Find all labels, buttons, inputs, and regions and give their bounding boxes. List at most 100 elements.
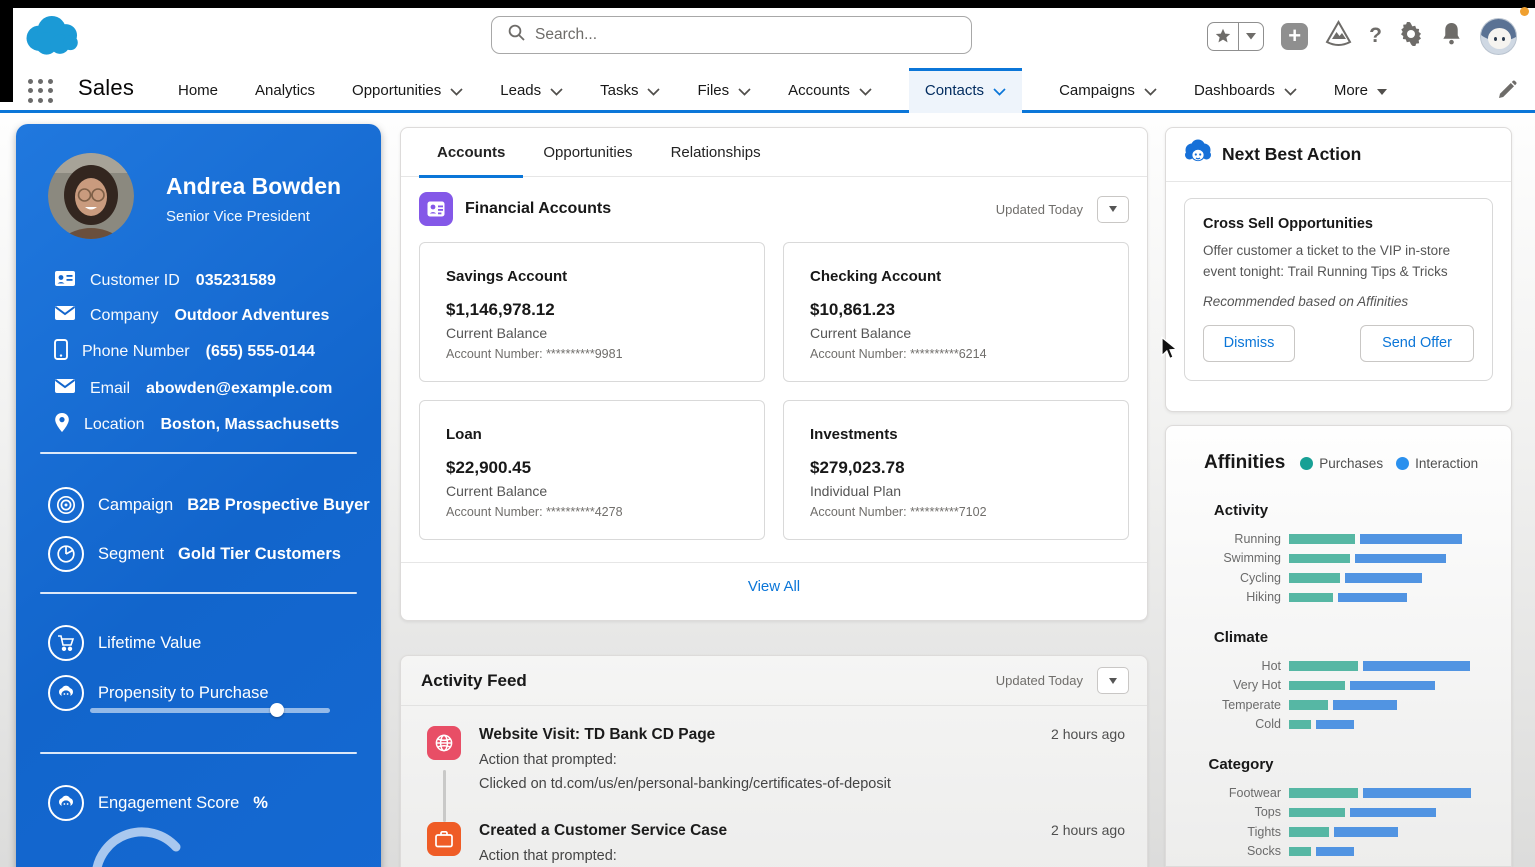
- feed-item-line: Action that prompted:: [479, 752, 1125, 768]
- nav-tab-more[interactable]: More: [1334, 68, 1387, 113]
- campaign-row: Campaign B2B Prospective Buyer: [48, 487, 370, 523]
- user-avatar[interactable]: [1480, 18, 1517, 55]
- financial-accounts-menu-button[interactable]: [1097, 196, 1129, 223]
- send-offer-button[interactable]: Send Offer: [1360, 325, 1474, 362]
- feed-item-line: Action that prompted:: [479, 848, 1125, 864]
- feed-item-line: Clicked on td.com/us/en/personal-banking…: [479, 776, 1125, 792]
- account-number: Account Number: **********4278: [446, 505, 738, 519]
- trailhead-icon[interactable]: [1325, 20, 1352, 52]
- legend-interaction: Interaction: [1396, 456, 1478, 471]
- nav-tab-label: Files: [697, 82, 729, 99]
- tab-label: Opportunities: [543, 144, 632, 161]
- notifications-bell-icon[interactable]: [1440, 21, 1463, 51]
- account-card-savings[interactable]: Savings Account $1,146,978.12 Current Ba…: [419, 242, 765, 382]
- favorites-button[interactable]: [1207, 22, 1264, 51]
- chevron-down-icon: [450, 88, 463, 96]
- account-card-loan[interactable]: Loan $22,900.45 Current Balance Account …: [419, 400, 765, 540]
- edit-nav-pencil-icon[interactable]: [1497, 80, 1517, 105]
- affinity-bars: [1289, 681, 1435, 691]
- nav-tab-label: Tasks: [600, 82, 638, 99]
- account-card-checking[interactable]: Checking Account $10,861.23 Current Bala…: [783, 242, 1129, 382]
- divider: [40, 452, 357, 454]
- feed-item-time: 2 hours ago: [1051, 822, 1125, 840]
- affinity-row: Hiking: [1166, 588, 1511, 608]
- einstein-icon: [48, 785, 84, 821]
- affinity-bars: [1289, 554, 1446, 564]
- purchases-bar: [1289, 827, 1329, 837]
- setup-gear-icon[interactable]: [1399, 22, 1423, 51]
- affinity-group-title: Activity: [1166, 502, 1316, 519]
- interaction-bar: [1316, 847, 1354, 857]
- einstein-blue-icon: [1184, 139, 1212, 170]
- nav-tab-files[interactable]: Files: [697, 68, 751, 113]
- affinity-bars: [1289, 661, 1470, 671]
- affinity-row-label: Cycling: [1166, 571, 1289, 585]
- tab-opportunities[interactable]: Opportunities: [541, 128, 634, 177]
- nav-tab-label: Opportunities: [352, 82, 441, 99]
- nav-tab-leads[interactable]: Leads: [500, 68, 563, 113]
- timeline-connector: [443, 770, 446, 822]
- quick-create-icon[interactable]: +: [1281, 23, 1308, 50]
- feed-item-website-visit[interactable]: Website Visit: TD Bank CD Page2 hours ag…: [427, 726, 1125, 792]
- nav-tab-opportunities[interactable]: Opportunities: [352, 68, 463, 113]
- purchases-bar: [1289, 681, 1345, 691]
- affinity-bars: [1289, 788, 1471, 798]
- propensity-slider[interactable]: [90, 708, 330, 713]
- feed-item-service-case[interactable]: Created a Customer Service Case2 hours a…: [427, 822, 1125, 864]
- account-subtitle: Current Balance: [446, 483, 738, 499]
- campaign-label: Campaign: [98, 496, 173, 515]
- affinity-bars: [1289, 700, 1397, 710]
- app-launcher-icon[interactable]: [28, 79, 54, 103]
- field-value: (655) 555-0144: [206, 343, 315, 361]
- activity-feed-menu-button[interactable]: [1097, 667, 1129, 694]
- account-name: Loan: [446, 426, 738, 443]
- nav-tab-label: Accounts: [788, 82, 850, 99]
- affinity-groups: ActivityRunningSwimmingCyclingHikingClim…: [1166, 474, 1511, 861]
- contact-fields: Customer ID 035231589 Company Outdoor Ad…: [54, 270, 339, 438]
- purchases-bar: [1289, 554, 1350, 564]
- financial-accounts-grid: Savings Account $1,146,978.12 Current Ba…: [401, 238, 1147, 540]
- global-search[interactable]: Search...: [491, 16, 972, 54]
- nav-tab-tasks[interactable]: Tasks: [600, 68, 660, 113]
- updated-label: Updated Today: [996, 673, 1083, 688]
- recommendation-buttons: Dismiss Send Offer: [1203, 325, 1474, 362]
- view-all-link[interactable]: View All: [748, 578, 800, 595]
- window-top-strip: [0, 0, 1535, 8]
- nav-tab-home[interactable]: Home: [178, 68, 218, 113]
- einstein-icon: [48, 675, 84, 711]
- interaction-bar: [1360, 534, 1462, 544]
- feed-item-body: Website Visit: TD Bank CD Page2 hours ag…: [479, 726, 1125, 792]
- affinity-row: Cycling: [1166, 568, 1511, 588]
- nav-tab-analytics[interactable]: Analytics: [255, 68, 315, 113]
- interaction-bar: [1334, 827, 1398, 837]
- dismiss-button[interactable]: Dismiss: [1203, 325, 1295, 362]
- nav-tab-campaigns[interactable]: Campaigns: [1059, 68, 1157, 113]
- tab-accounts[interactable]: Accounts: [435, 128, 507, 177]
- nav-tab-label: Campaigns: [1059, 82, 1135, 99]
- account-card-investments[interactable]: Investments $279,023.78 Individual Plan …: [783, 400, 1129, 540]
- financial-account-icon: [419, 192, 453, 226]
- segment-row: Segment Gold Tier Customers: [48, 536, 341, 572]
- nav-tab-contacts[interactable]: Contacts: [909, 68, 1022, 113]
- propensity-slider-thumb[interactable]: [270, 703, 284, 717]
- nav-tab-dashboards[interactable]: Dashboards: [1194, 68, 1297, 113]
- affinities-panel: Affinities Purchases Interaction Activit…: [1165, 425, 1512, 867]
- engagement-unit: %: [253, 794, 268, 813]
- favorites-dropdown-icon[interactable]: [1238, 23, 1263, 50]
- chevron-down-icon: [550, 88, 563, 96]
- salesforce-window: Search... + ?: [0, 0, 1535, 867]
- field-location: Location Boston, Massachusetts: [54, 412, 339, 438]
- affinity-row: Swimming: [1166, 549, 1511, 569]
- star-icon[interactable]: [1208, 23, 1238, 50]
- account-subtitle: Current Balance: [446, 325, 738, 341]
- nav-tab-accounts[interactable]: Accounts: [788, 68, 872, 113]
- help-icon[interactable]: ?: [1369, 24, 1382, 48]
- affinity-row-label: Very Hot: [1166, 678, 1289, 692]
- affinity-row: Running: [1166, 529, 1511, 549]
- segment-value: Gold Tier Customers: [178, 545, 341, 564]
- interaction-bar: [1345, 573, 1422, 583]
- affinity-row-label: Hot: [1166, 659, 1289, 673]
- tab-relationships[interactable]: Relationships: [669, 128, 763, 177]
- affinity-row: Temperate: [1166, 695, 1511, 715]
- field-label: Location: [84, 416, 145, 434]
